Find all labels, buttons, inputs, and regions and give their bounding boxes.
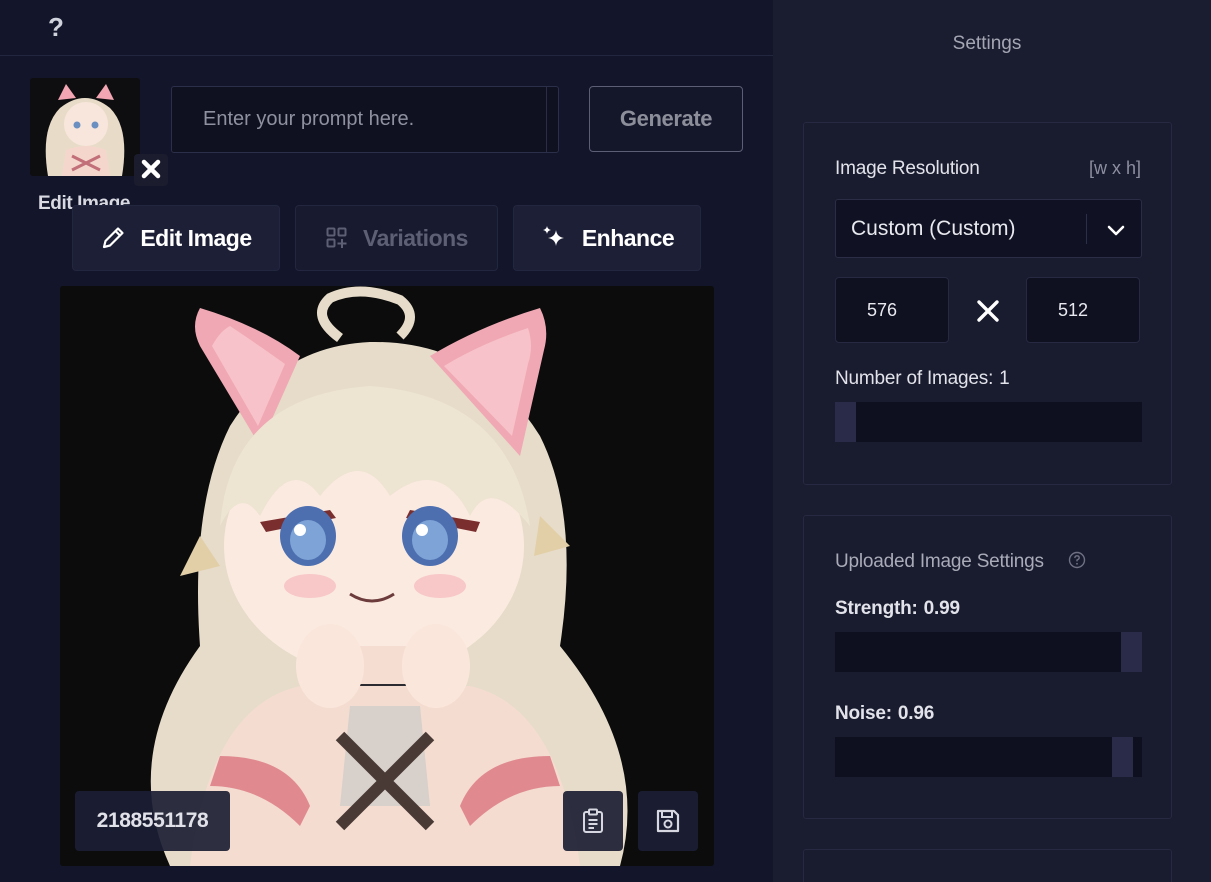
- generated-image[interactable]: [60, 286, 714, 866]
- top-bar: ?: [0, 0, 773, 56]
- save-image-button[interactable]: [638, 791, 698, 851]
- noise-label: Noise:: [835, 703, 892, 724]
- pencil-icon: [103, 227, 124, 249]
- prompt-divider: [546, 87, 547, 152]
- times-icon: [977, 300, 999, 322]
- thumbnail-image: [30, 78, 140, 176]
- uploaded-image-thumbnail[interactable]: [30, 78, 168, 186]
- num-images-slider[interactable]: [835, 402, 1142, 442]
- strength-slider-thumb[interactable]: [1121, 632, 1142, 672]
- help-button[interactable]: ?: [44, 12, 68, 42]
- grid-plus-icon: [326, 227, 347, 248]
- num-images-label: Number of Images: 1: [835, 368, 1010, 390]
- strength-slider[interactable]: [835, 632, 1142, 672]
- edit-image-button[interactable]: Edit Image: [72, 205, 280, 271]
- settings-title: Settings: [952, 33, 1022, 54]
- settings-panel: Settings Image Resolution [w x h] Custom…: [773, 0, 1211, 882]
- noise-slider-thumb[interactable]: [1112, 737, 1133, 777]
- chevron-down-icon: [1107, 225, 1125, 236]
- num-images-value: 1: [999, 368, 1010, 389]
- noise-slider[interactable]: [835, 737, 1142, 777]
- clipboard-icon: [583, 808, 603, 833]
- resolution-card: Image Resolution [w x h] Custom (Custom)…: [803, 122, 1172, 485]
- main-panel: ? Edit Image Enter your prompt here. Gen…: [0, 0, 773, 882]
- uploaded-settings-title: Uploaded Image Settings: [835, 551, 1044, 572]
- floppy-disk-icon: [656, 809, 680, 833]
- edit-image-label: Edit Image: [140, 224, 252, 251]
- num-images-text: Number of Images:: [835, 368, 994, 389]
- copy-prompt-button[interactable]: [563, 791, 623, 851]
- enhance-label: Enhance: [581, 224, 675, 251]
- app: ? Edit Image Enter your prompt here. Gen…: [0, 0, 1211, 882]
- num-images-slider-thumb[interactable]: [835, 402, 856, 442]
- prompt-input[interactable]: [171, 86, 559, 153]
- select-divider: [1086, 214, 1087, 244]
- seed-badge[interactable]: 2188551178: [75, 791, 230, 851]
- help-circle-icon[interactable]: [1068, 551, 1086, 569]
- strength-label-row: Strength: 0.99: [835, 598, 960, 620]
- resolution-select[interactable]: Custom (Custom): [835, 199, 1142, 258]
- strength-label: Strength:: [835, 598, 918, 619]
- variations-button[interactable]: Variations: [295, 205, 498, 271]
- additional-settings-card: [803, 849, 1172, 882]
- generate-button[interactable]: Generate: [589, 86, 743, 152]
- resolution-selected-value: Custom (Custom): [851, 217, 1016, 240]
- close-icon: [141, 159, 161, 179]
- noise-value: 0.96: [897, 703, 935, 724]
- height-input[interactable]: [1026, 277, 1140, 343]
- remove-image-button[interactable]: [134, 154, 168, 186]
- uploaded-image-settings-card: Uploaded Image Settings Strength: 0.99 No…: [803, 515, 1172, 819]
- noise-label-row: Noise: 0.96: [835, 703, 934, 725]
- width-input[interactable]: [835, 277, 949, 343]
- resolution-label: Image Resolution: [835, 158, 980, 179]
- anime-character-illustration: [60, 286, 714, 866]
- strength-value: 0.99: [923, 598, 960, 619]
- sparkles-icon: [542, 226, 564, 246]
- enhance-button[interactable]: Enhance: [513, 205, 701, 271]
- resolution-hint: [w x h]: [1088, 158, 1141, 178]
- variations-label: Variations: [363, 224, 468, 251]
